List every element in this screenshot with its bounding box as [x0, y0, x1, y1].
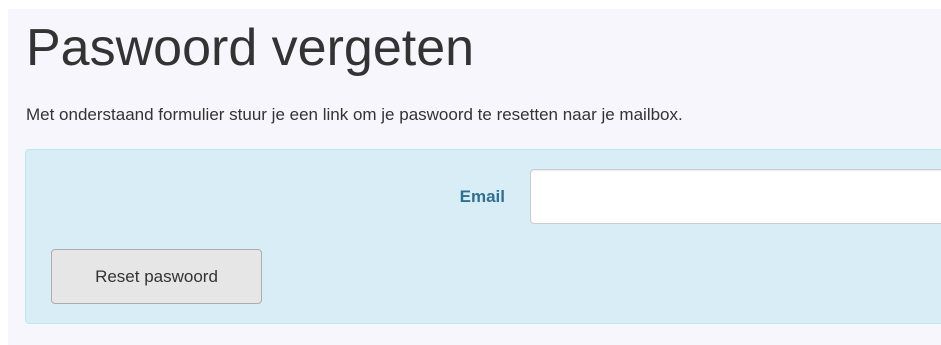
intro-text: Met onderstaand formulier stuur je een l… — [26, 105, 683, 124]
page-title: Paswoord vergeten — [26, 19, 475, 77]
email-field[interactable] — [530, 169, 941, 224]
reset-password-button[interactable]: Reset paswoord — [51, 249, 262, 304]
reset-password-form: Email Reset paswoord — [25, 149, 941, 324]
email-label: Email — [459, 187, 505, 206]
page: Paswoord vergeten Met onderstaand formul… — [0, 0, 941, 345]
